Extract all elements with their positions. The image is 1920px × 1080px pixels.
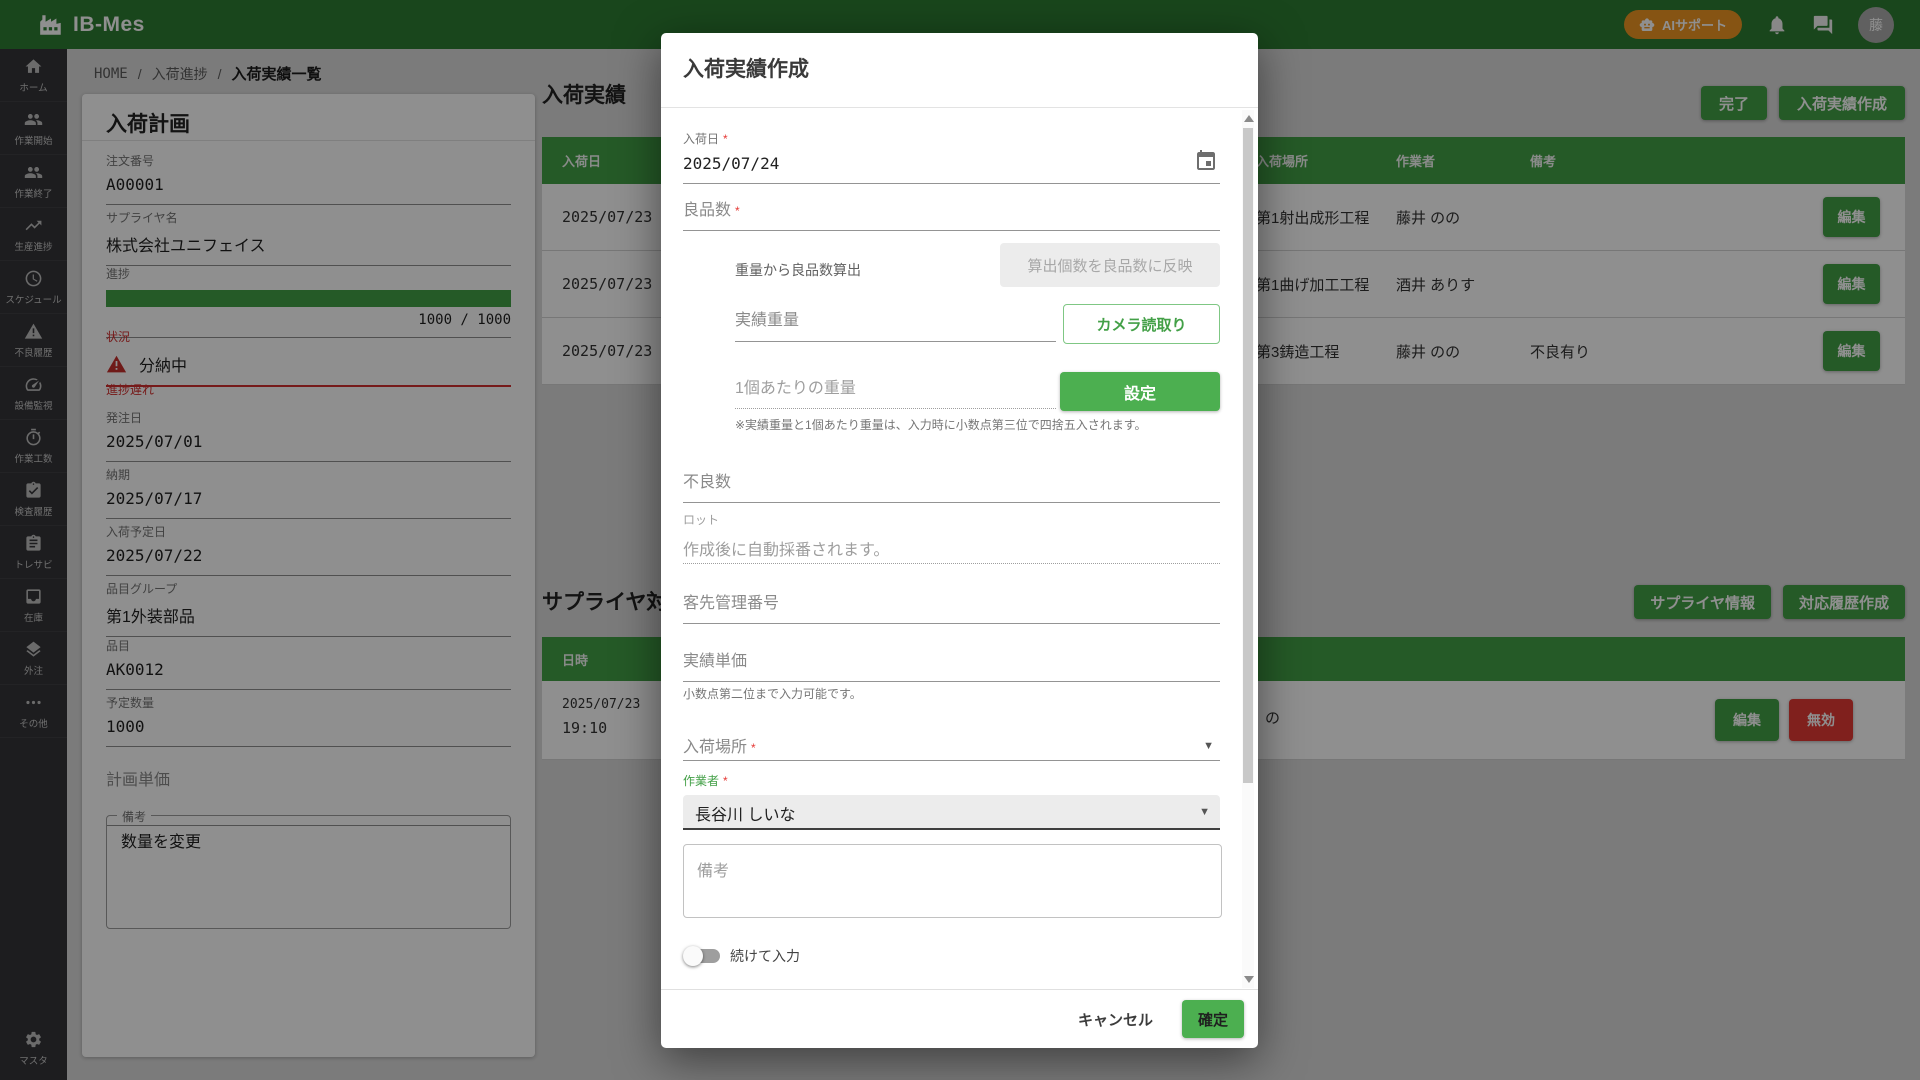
defect-qty-field[interactable]: 不良数 <box>683 468 1220 503</box>
lot-label: ロット <box>683 511 1220 528</box>
location-label: 入荷場所 <box>683 739 747 756</box>
modal-body: 入荷日* 2025/07/24 良品数* 重量から良品数算出 算出個数を良品数に… <box>661 108 1258 990</box>
customer-number-label: 客先管理番号 <box>683 595 779 612</box>
unit-weight-label: 1個あたりの重量 <box>735 380 856 397</box>
confirm-button[interactable]: 確定 <box>1182 1000 1244 1038</box>
apply-calculated-qty-button[interactable]: 算出個数を良品数に反映 <box>1000 243 1220 287</box>
cancel-button[interactable]: キャンセル <box>1068 1001 1163 1038</box>
customer-number-field[interactable]: 客先管理番号 <box>683 589 1220 624</box>
calendar-icon[interactable] <box>1194 149 1218 173</box>
arrival-date-value[interactable]: 2025/07/24 <box>683 154 1220 173</box>
location-select[interactable]: 入荷場所* ▼ <box>683 733 1220 761</box>
worker-label: 作業者 <box>683 774 719 788</box>
lot-field[interactable]: ロット 作成後に自動採番されます。 <box>683 511 1220 564</box>
worker-select-field: 作業者* 長谷川 しいな ▼ <box>683 772 1220 830</box>
worker-select[interactable]: 長谷川 しいな ▼ <box>683 795 1220 830</box>
continue-input-label: 続けて入力 <box>730 946 800 966</box>
actual-weight-label: 実績重量 <box>735 312 799 329</box>
create-arrival-record-modal: 入荷実績作成 入荷日* 2025/07/24 良品数* 重量から良品数算出 算出… <box>661 33 1258 1048</box>
weight-rounding-note: ※実績重量と1個あたり重量は、入力時に小数点第三位で四捨五入されます。 <box>735 416 1147 433</box>
unit-price-helper: 小数点第二位まで入力可能です。 <box>683 685 862 702</box>
actual-weight-field[interactable]: 実績重量 <box>735 306 1056 342</box>
arrival-date-label: 入荷日 <box>683 132 719 146</box>
modal-note-textarea[interactable]: 備考 <box>683 844 1222 918</box>
scroll-up-arrow-icon[interactable] <box>1244 115 1254 122</box>
weight-calc-label: 重量から良品数算出 <box>735 260 861 280</box>
defect-qty-label: 不良数 <box>683 474 731 491</box>
set-button[interactable]: 設定 <box>1060 372 1220 411</box>
unit-weight-field[interactable]: 1個あたりの重量 <box>735 374 1056 409</box>
actual-unit-price-field[interactable]: 実績単価 <box>683 647 1220 682</box>
actual-unit-price-label: 実績単価 <box>683 653 747 670</box>
lot-placeholder: 作成後に自動採番されます。 <box>683 536 1220 560</box>
continue-input-toggle[interactable]: 続けて入力 <box>683 946 800 966</box>
arrival-date-field[interactable]: 入荷日* 2025/07/24 <box>683 130 1220 184</box>
worker-value: 長谷川 しいな <box>695 801 795 825</box>
scrollbar-thumb[interactable] <box>1243 128 1253 783</box>
camera-read-button[interactable]: カメラ読取り <box>1063 304 1220 344</box>
good-qty-field[interactable]: 良品数* <box>683 196 1220 231</box>
chevron-down-icon: ▼ <box>1199 806 1210 818</box>
modal-footer: キャンセル 確定 <box>661 989 1258 1048</box>
modal-title: 入荷実績作成 <box>683 53 809 83</box>
toggle-switch[interactable] <box>686 949 720 963</box>
good-qty-label: 良品数 <box>683 202 731 219</box>
modal-scrollbar[interactable] <box>1242 110 1254 988</box>
chevron-down-icon: ▼ <box>1203 740 1214 752</box>
scroll-down-arrow-icon[interactable] <box>1244 976 1254 983</box>
modal-note-placeholder: 備考 <box>697 857 729 881</box>
